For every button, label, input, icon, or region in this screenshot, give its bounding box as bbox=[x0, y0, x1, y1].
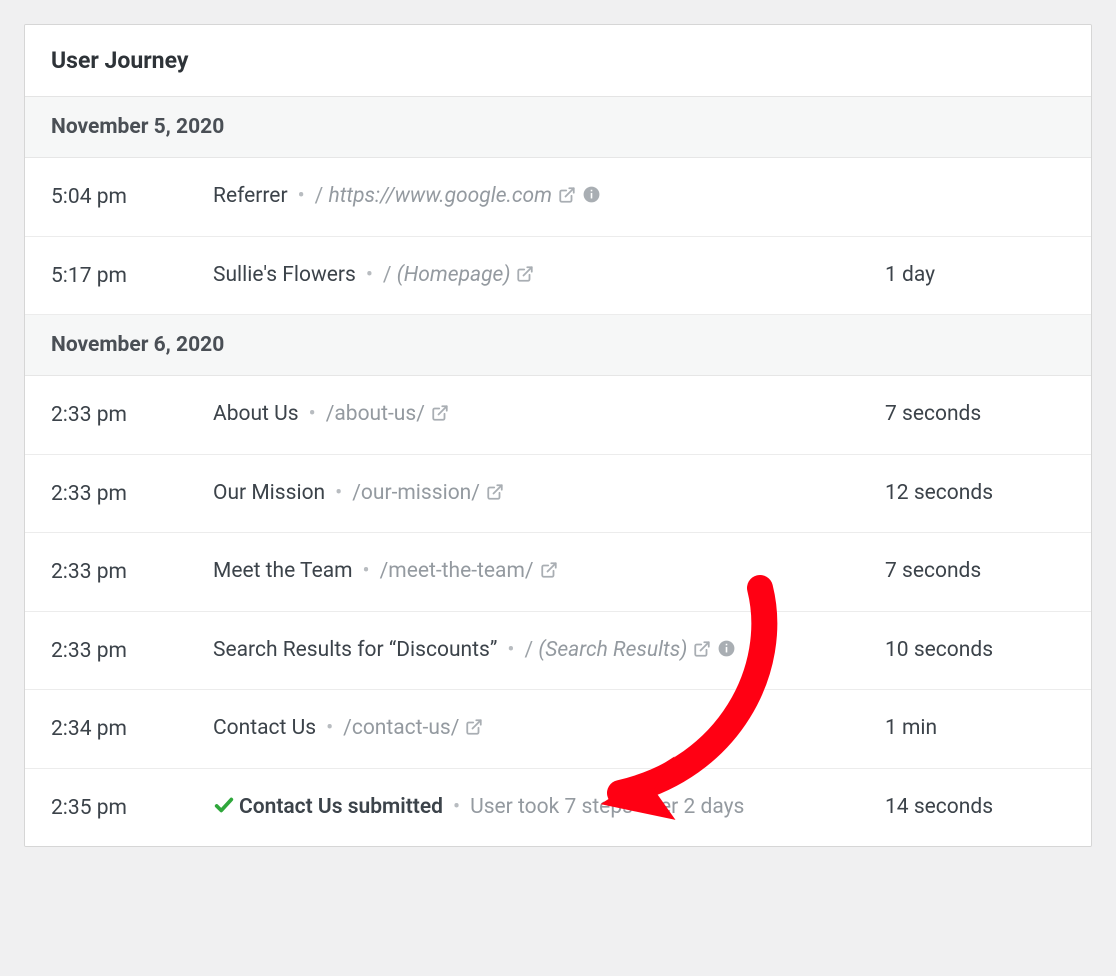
external-link-icon[interactable] bbox=[540, 561, 558, 579]
row-title: Contact Us submitted bbox=[239, 795, 443, 819]
info-icon[interactable] bbox=[582, 185, 601, 204]
journey-row: 2:33 pmOur Mission • /our-mission/12 secon… bbox=[25, 455, 1091, 534]
row-duration: 10 seconds bbox=[885, 634, 1065, 667]
row-path[interactable]: /our-mission/ bbox=[352, 481, 480, 505]
separator-dot: • bbox=[309, 402, 316, 426]
separator-dot: • bbox=[326, 716, 333, 740]
external-link-icon[interactable] bbox=[558, 186, 576, 204]
row-path[interactable]: /meet-the-team/ bbox=[380, 559, 534, 583]
row-main: Search Results for “Discounts” • / (Search… bbox=[213, 634, 885, 667]
external-link-icon[interactable] bbox=[431, 404, 449, 422]
row-title: Contact Us bbox=[213, 716, 316, 740]
journey-row: 2:35 pm Contact Us submitted • User took 7 … bbox=[25, 769, 1091, 847]
external-link-icon[interactable] bbox=[516, 265, 534, 283]
info-icon[interactable] bbox=[717, 639, 736, 658]
row-title: Search Results for “Discounts” bbox=[213, 638, 497, 662]
row-path[interactable]: /contact-us/ bbox=[343, 716, 459, 740]
row-summary: User took 7 steps over 2 days bbox=[470, 795, 744, 819]
row-main: Contact Us submitted • User took 7 steps o… bbox=[213, 791, 885, 824]
journey-row: 2:33 pmAbout Us • /about-us/7 seconds bbox=[25, 376, 1091, 455]
row-main: Referrer • / https://www.google.com bbox=[213, 180, 885, 213]
journey-body: November 5, 2020 5:04 pmReferrer • / https:… bbox=[25, 97, 1091, 846]
row-time: 2:35 pm bbox=[51, 791, 213, 825]
row-title: Our Mission bbox=[213, 481, 325, 505]
journey-row: 2:33 pmMeet the Team • /meet-the-team/7 se… bbox=[25, 533, 1091, 612]
row-duration: 7 seconds bbox=[885, 398, 1065, 431]
row-duration: 1 day bbox=[885, 259, 1065, 292]
row-main: Our Mission • /our-mission/ bbox=[213, 477, 885, 510]
panel-title: User Journey bbox=[51, 47, 1065, 74]
row-main: About Us • /about-us/ bbox=[213, 398, 885, 431]
row-title: Meet the Team bbox=[213, 559, 353, 583]
journey-row: 5:17 pmSullie's Flowers • / (Homepage) 1 da… bbox=[25, 237, 1091, 316]
separator-dot: • bbox=[507, 638, 514, 662]
journey-row: 5:04 pmReferrer • / https://www.google.com bbox=[25, 158, 1091, 237]
row-time: 2:33 pm bbox=[51, 634, 213, 668]
separator-dot: • bbox=[363, 559, 370, 583]
row-time: 2:34 pm bbox=[51, 712, 213, 746]
date-header: November 6, 2020 bbox=[25, 315, 1091, 376]
row-time: 2:33 pm bbox=[51, 477, 213, 511]
row-path[interactable]: (Homepage) bbox=[397, 263, 511, 287]
row-time: 5:04 pm bbox=[51, 180, 213, 214]
row-duration: 1 min bbox=[885, 712, 1065, 745]
row-duration: 14 seconds bbox=[885, 791, 1065, 824]
row-time: 2:33 pm bbox=[51, 555, 213, 589]
row-title: About Us bbox=[213, 402, 299, 426]
separator-dot: • bbox=[335, 481, 342, 505]
row-path-prefix: / bbox=[524, 638, 538, 662]
journey-row: 2:33 pmSearch Results for “Discounts” • / … bbox=[25, 612, 1091, 691]
row-duration: 12 seconds bbox=[885, 477, 1065, 510]
separator-dot: • bbox=[366, 263, 373, 287]
row-title: Referrer bbox=[213, 184, 288, 208]
row-path[interactable]: /about-us/ bbox=[326, 402, 425, 426]
row-path-prefix: / bbox=[315, 184, 329, 208]
check-icon bbox=[213, 794, 235, 816]
external-link-icon[interactable] bbox=[486, 483, 504, 501]
user-journey-panel: User Journey November 5, 20205:04 pmRefe… bbox=[24, 24, 1092, 847]
panel-header: User Journey bbox=[25, 25, 1091, 97]
external-link-icon[interactable] bbox=[465, 718, 483, 736]
row-main: Sullie's Flowers • / (Homepage) bbox=[213, 259, 885, 292]
row-duration: 7 seconds bbox=[885, 555, 1065, 588]
date-header: November 5, 2020 bbox=[25, 97, 1091, 158]
external-link-icon[interactable] bbox=[693, 640, 711, 658]
row-time: 2:33 pm bbox=[51, 398, 213, 432]
separator-dot: • bbox=[298, 184, 305, 208]
row-main: Meet the Team • /meet-the-team/ bbox=[213, 555, 885, 588]
journey-row: 2:34 pmContact Us • /contact-us/1 min bbox=[25, 690, 1091, 769]
row-path[interactable]: (Search Results) bbox=[538, 638, 687, 662]
row-time: 5:17 pm bbox=[51, 259, 213, 293]
row-path-prefix: / bbox=[383, 263, 397, 287]
row-main: Contact Us • /contact-us/ bbox=[213, 712, 885, 745]
row-title: Sullie's Flowers bbox=[213, 263, 356, 287]
row-path[interactable]: https://www.google.com bbox=[329, 184, 552, 208]
separator-dot: • bbox=[453, 795, 460, 819]
